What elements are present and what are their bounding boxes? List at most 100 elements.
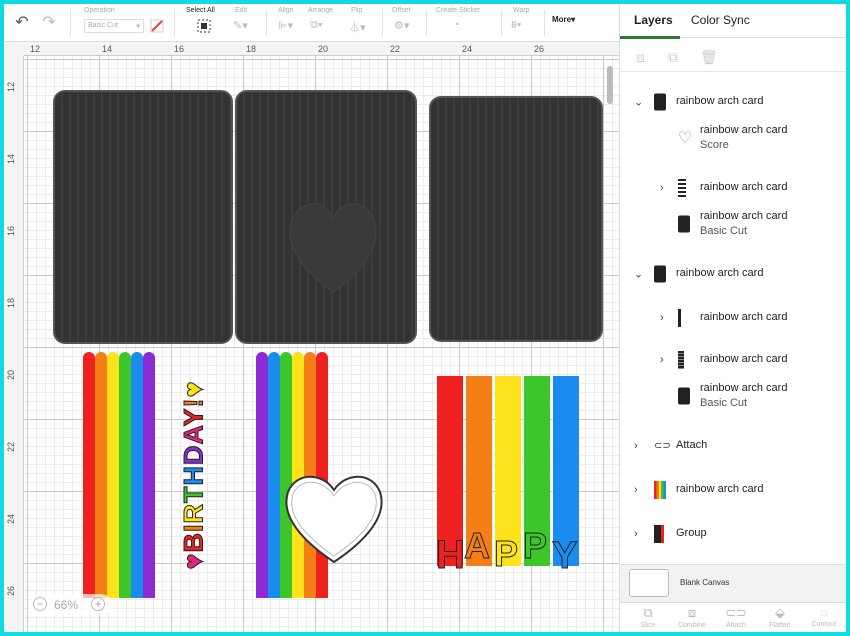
- warp-label: Warp: [513, 7, 530, 14]
- combine-icon: ⧈: [687, 605, 697, 620]
- flip-icon[interactable]: ⏃▾: [349, 19, 366, 35]
- stripes-icon: [678, 179, 686, 197]
- card-panel-middle[interactable]: [235, 90, 417, 344]
- layer-operation: Basic Cut: [700, 397, 748, 409]
- align-icon[interactable]: ⊫▾: [278, 19, 293, 32]
- vertical-scrollbar[interactable]: [607, 66, 613, 104]
- white-heart-shape[interactable]: [278, 468, 390, 568]
- card-panel-left[interactable]: [53, 90, 233, 344]
- rainbow-strip-orange[interactable]: [95, 352, 107, 598]
- chevron-right-icon[interactable]: ›: [634, 440, 638, 452]
- more-button[interactable]: More▾: [552, 15, 575, 24]
- offset-icon[interactable]: ⚙▾: [394, 19, 409, 32]
- blank-canvas-label: Blank Canvas: [680, 578, 730, 587]
- layer-row[interactable]: rainbow arch card Basic Cut: [620, 376, 846, 416]
- card-stripes: [431, 98, 601, 340]
- ruler-tick: 26: [6, 585, 16, 596]
- layer-name: rainbow arch card: [676, 483, 764, 495]
- blank-canvas-swatch[interactable]: [629, 569, 669, 597]
- birthday-letter: D: [178, 444, 209, 466]
- layer-row[interactable]: › rainbow arch card: [620, 340, 846, 380]
- chevron-down-icon: ▾: [571, 15, 576, 24]
- chevron-right-icon[interactable]: ›: [660, 182, 664, 194]
- ruler-left: 12 14 16 18 20 22 24 26: [4, 56, 24, 632]
- rainbow-strip-purple[interactable]: [143, 352, 155, 598]
- layer-name: rainbow arch card: [700, 181, 788, 193]
- happy-letter: P: [523, 525, 547, 566]
- divider: [266, 10, 267, 36]
- offset-label: Offset: [392, 7, 411, 14]
- flatten-button[interactable]: ⬙ Flatten: [758, 605, 802, 629]
- chevron-right-icon[interactable]: ›: [660, 354, 664, 366]
- birthday-letter: H: [178, 465, 209, 487]
- operation-select[interactable]: Basic Cut ▾: [84, 19, 144, 33]
- chevron-down-icon[interactable]: ⌄: [634, 96, 643, 109]
- layer-operation: Basic Cut: [700, 225, 748, 237]
- pen-color-icon[interactable]: [150, 19, 164, 33]
- slice-button[interactable]: ⧉ Slice: [626, 605, 670, 629]
- tab-color-sync[interactable]: Color Sync: [691, 13, 750, 27]
- rainbow-strip-purple[interactable]: [256, 352, 268, 598]
- select-all-label[interactable]: Select All: [186, 7, 215, 14]
- rainbow-strip-yellow[interactable]: [107, 352, 119, 598]
- layer-name: Attach: [676, 439, 708, 451]
- create-sticker-label: Create Sticker: [436, 7, 481, 14]
- layer-row[interactable]: ⌄ rainbow arch card: [620, 254, 846, 294]
- attach-icon: ⊂⊃: [654, 440, 671, 452]
- zoom-in-button[interactable]: +: [91, 597, 105, 611]
- chevron-right-icon[interactable]: ›: [634, 528, 638, 540]
- group-icon[interactable]: ⧈: [636, 49, 645, 66]
- chevron-right-icon[interactable]: ›: [634, 484, 638, 496]
- rainbow-strip-blue[interactable]: [131, 352, 143, 598]
- warp-icon[interactable]: ⩩▾: [511, 19, 522, 32]
- tab-layers[interactable]: Layers: [634, 13, 673, 27]
- active-tab-indicator: [620, 36, 680, 39]
- undo-icon[interactable]: ↶: [13, 14, 31, 32]
- arrange-icon[interactable]: ⧉▾: [310, 19, 322, 32]
- layer-thumb-icon: [654, 265, 666, 283]
- delete-icon[interactable]: 🗑: [700, 49, 718, 66]
- layer-actions-bar: ⧈ ⧉ 🗑: [620, 44, 846, 72]
- card-panel-right[interactable]: [429, 96, 603, 342]
- panel-tabs: Layers Color Sync: [620, 4, 846, 39]
- edit-pencil-icon[interactable]: ✎▾: [233, 19, 248, 32]
- rainbow-strip-red[interactable]: [83, 352, 95, 598]
- combine-button[interactable]: ⧈ Combine: [670, 605, 714, 629]
- layers-panel: Layers Color Sync ⧈ ⧉ 🗑 ⌄ rainbow arch ca…: [619, 4, 846, 632]
- blank-canvas-row[interactable]: Blank Canvas: [620, 564, 846, 602]
- birthday-lettering[interactable]: ♥BIRTHDAY!♥: [178, 352, 209, 598]
- layer-name: rainbow arch card: [700, 311, 788, 323]
- layer-row[interactable]: › Group: [620, 514, 846, 554]
- combine-label: Combine: [677, 622, 706, 629]
- zoom-out-button[interactable]: −: [33, 597, 47, 611]
- design-space-app: ↶ ↷ Operation Basic Cut ▾ Select All Edi…: [4, 4, 846, 632]
- rainbow-strip-green[interactable]: [119, 352, 131, 598]
- happy-lettering[interactable]: H A P P Y: [434, 518, 584, 573]
- operation-label: Operation: [84, 7, 115, 14]
- layer-thumb-icon: [678, 387, 690, 405]
- duplicate-icon[interactable]: ⧉: [668, 49, 678, 66]
- chevron-down-icon[interactable]: ⌄: [634, 268, 643, 281]
- contour-button[interactable]: ◌ Contour: [802, 605, 846, 628]
- ruler-tick: 12: [6, 81, 16, 92]
- layer-row[interactable]: ♡ rainbow arch card Score: [620, 118, 846, 158]
- layer-row[interactable]: › rainbow arch card: [620, 470, 846, 510]
- attach-button[interactable]: ⊂⊃ Attach: [714, 605, 758, 629]
- group-thumb-icon: [654, 525, 664, 543]
- sticker-icon[interactable]: ◔: [453, 19, 460, 31]
- ruler-tick: 18: [246, 44, 257, 54]
- chevron-right-icon[interactable]: ›: [660, 312, 664, 324]
- layer-row[interactable]: rainbow arch card Basic Cut: [620, 204, 846, 244]
- layer-row[interactable]: › rainbow arch card: [620, 298, 846, 338]
- select-all-icon[interactable]: [197, 19, 211, 33]
- design-canvas[interactable]: ♥BIRTHDAY!♥ H A P P Y − 66% +: [24, 56, 619, 632]
- birthday-letter: !: [178, 397, 209, 408]
- contour-icon: ◌: [820, 605, 828, 620]
- redo-icon[interactable]: ↷: [40, 14, 58, 32]
- flatten-label: Flatten: [769, 622, 791, 629]
- layer-row[interactable]: ⌄ rainbow arch card: [620, 82, 846, 122]
- layer-name: rainbow arch card: [700, 353, 788, 365]
- layer-row[interactable]: › ⊂⊃ Attach: [620, 426, 846, 466]
- layer-row[interactable]: › rainbow arch card: [620, 168, 846, 208]
- layer-name: Group: [676, 527, 707, 539]
